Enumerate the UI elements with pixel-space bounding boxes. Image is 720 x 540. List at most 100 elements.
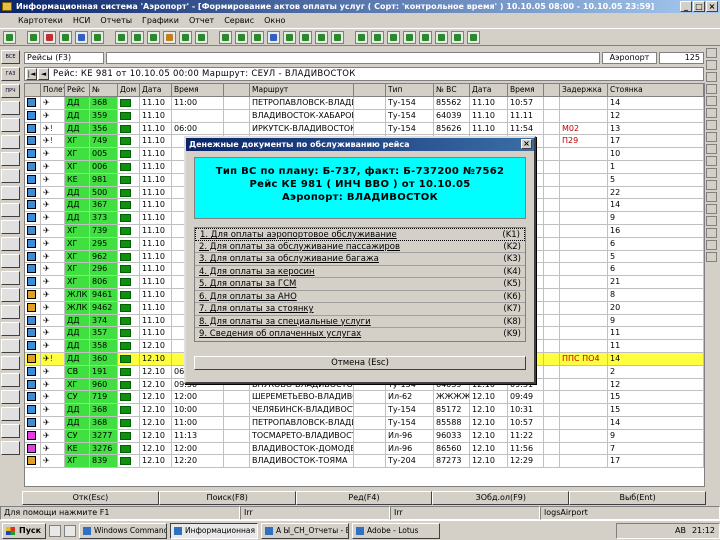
action-button[interactable]: Отк(Esc) [22, 491, 159, 505]
document-icon[interactable] [120, 111, 131, 120]
document-icon[interactable] [120, 124, 131, 133]
toolbar-tool-icon[interactable] [43, 30, 56, 44]
minimize-button[interactable]: _ [680, 1, 692, 12]
toolbar-tool-icon[interactable] [315, 30, 328, 44]
payment-option[interactable]: 8. Для оплаты за специальные услуги (K8) [195, 315, 525, 328]
language-indicator[interactable]: AB [675, 526, 686, 535]
side-tool-icon[interactable] [706, 108, 717, 118]
side-button[interactable]: ГАЗ [1, 67, 20, 81]
document-icon[interactable] [120, 278, 131, 287]
cancel-button[interactable]: Отмена (Esc) [194, 356, 526, 370]
toolbar-tool-icon[interactable] [467, 30, 480, 44]
payment-option[interactable]: 1. Для оплаты аэропортовое обслуживание (… [195, 228, 525, 241]
document-icon[interactable] [120, 137, 131, 146]
document-icon[interactable] [120, 99, 131, 107]
document-icon[interactable] [120, 342, 131, 351]
close-button[interactable]: × [706, 1, 718, 12]
side-tool-icon[interactable] [706, 204, 717, 214]
toolbar-tool-icon[interactable] [163, 30, 176, 44]
toolbar-tool-icon[interactable] [267, 30, 280, 44]
table-row[interactable]: ✈ДД36812.1011:00ПЕТРОПАВЛОВСК-ВЛАДИВОСТО… [25, 416, 704, 430]
column-header[interactable]: Время [508, 84, 544, 96]
side-button[interactable]: ВСЕ [1, 50, 20, 64]
column-header[interactable] [544, 84, 560, 96]
side-button[interactable] [1, 390, 20, 404]
payment-option[interactable]: 6. Для оплаты за АНО (K6) [195, 290, 525, 303]
task-information-system[interactable]: Информационная с... [170, 522, 258, 539]
toolbar-tool-icon[interactable] [435, 30, 448, 44]
column-header[interactable]: Маршрут [250, 84, 354, 96]
side-tool-icon[interactable] [706, 96, 717, 106]
column-header[interactable]: № [90, 84, 118, 96]
toolbar-tool-icon[interactable] [219, 30, 232, 44]
side-button[interactable] [1, 373, 20, 387]
document-icon[interactable] [120, 162, 131, 171]
side-button[interactable] [1, 220, 20, 234]
action-button[interactable]: Выб(Ent) [569, 491, 706, 505]
column-header[interactable]: Задержка [560, 84, 608, 96]
side-tool-icon[interactable] [706, 252, 717, 262]
toolbar-tool-icon[interactable] [403, 30, 416, 44]
side-button[interactable] [1, 152, 20, 166]
side-tool-icon[interactable] [706, 60, 717, 70]
column-header[interactable] [224, 84, 250, 96]
side-button[interactable] [1, 254, 20, 268]
side-button[interactable] [1, 186, 20, 200]
toolbar-tool-icon[interactable] [27, 30, 40, 44]
side-tool-icon[interactable] [706, 228, 717, 238]
side-button[interactable] [1, 118, 20, 132]
side-tool-icon[interactable] [706, 192, 717, 202]
payment-option[interactable]: 7. Для оплаты за стоянку (K7) [195, 303, 525, 316]
toolbar-tool-icon[interactable] [115, 30, 128, 44]
table-row[interactable]: ✈ ХГ 839 12.10 12:20 ВЛАДИВОСТОК-ТОЯМА Ту-204 8… [25, 455, 704, 469]
document-icon[interactable] [120, 457, 131, 466]
toolbar-tool-icon[interactable] [451, 30, 464, 44]
side-tool-icon[interactable] [706, 168, 717, 178]
document-icon[interactable] [120, 214, 131, 223]
toolbar-tool-icon[interactable] [235, 30, 248, 44]
side-button[interactable] [1, 135, 20, 149]
payment-option[interactable]: 2. Для оплаты за обслуживание пассажиров… [195, 240, 525, 253]
toolbar-tool-icon[interactable] [91, 30, 104, 44]
document-icon[interactable] [120, 406, 131, 415]
side-button[interactable] [1, 271, 20, 285]
toolbar-tool-icon[interactable] [3, 30, 16, 44]
flights-filter-button[interactable]: Рейсы (F3) [24, 52, 104, 64]
payment-option[interactable]: 5. Для оплаты за ГСМ (K5) [195, 278, 525, 291]
menu-item[interactable]: Картотеки [18, 16, 63, 25]
document-icon[interactable] [120, 329, 131, 338]
document-icon[interactable] [120, 201, 131, 210]
menu-item[interactable]: Отчеты [100, 16, 132, 25]
toolbar-tool-icon[interactable] [59, 30, 72, 44]
toolbar-tool-icon[interactable] [195, 30, 208, 44]
document-icon[interactable] [120, 188, 131, 197]
side-tool-icon[interactable] [706, 120, 717, 130]
side-tool-icon[interactable] [706, 180, 717, 190]
quicklaunch-icon[interactable] [49, 524, 61, 537]
table-row[interactable]: ✈СУ327712.1011:13ТОСМАРЕТО-ВЛАДИВОСТОК-П… [25, 429, 704, 443]
column-header[interactable]: Полет [41, 84, 65, 96]
task-explorer[interactable]: A Ы_CH_Отчеты - Expl... [261, 522, 349, 539]
column-header[interactable]: Дата [140, 84, 172, 96]
document-icon[interactable] [120, 316, 131, 325]
side-tool-icon[interactable] [706, 132, 717, 142]
start-button[interactable]: Пуск [2, 522, 46, 539]
toolbar-tool-icon[interactable] [371, 30, 384, 44]
table-row[interactable]: ✈СУ71912.1012:00ШЕРЕМЕТЬЕВО-ВЛАДИВОСТОКИ… [25, 391, 704, 405]
column-header[interactable]: Рейс [65, 84, 90, 96]
side-button[interactable] [1, 424, 20, 438]
document-icon[interactable] [120, 444, 131, 453]
side-button[interactable] [1, 169, 20, 183]
document-icon[interactable] [120, 380, 131, 389]
side-tool-icon[interactable] [706, 216, 717, 226]
task-adobe[interactable]: Adobe - Lotus [352, 522, 440, 539]
document-icon[interactable] [120, 431, 131, 440]
document-icon[interactable] [120, 226, 131, 235]
action-button[interactable]: Поиск(F8) [158, 491, 296, 505]
action-button[interactable]: Ред(F4) [295, 491, 433, 505]
side-tool-icon[interactable] [706, 72, 717, 82]
document-icon[interactable] [120, 418, 131, 427]
side-tool-icon[interactable] [706, 48, 717, 58]
column-header[interactable]: Время [172, 84, 224, 96]
document-icon[interactable] [120, 354, 131, 363]
